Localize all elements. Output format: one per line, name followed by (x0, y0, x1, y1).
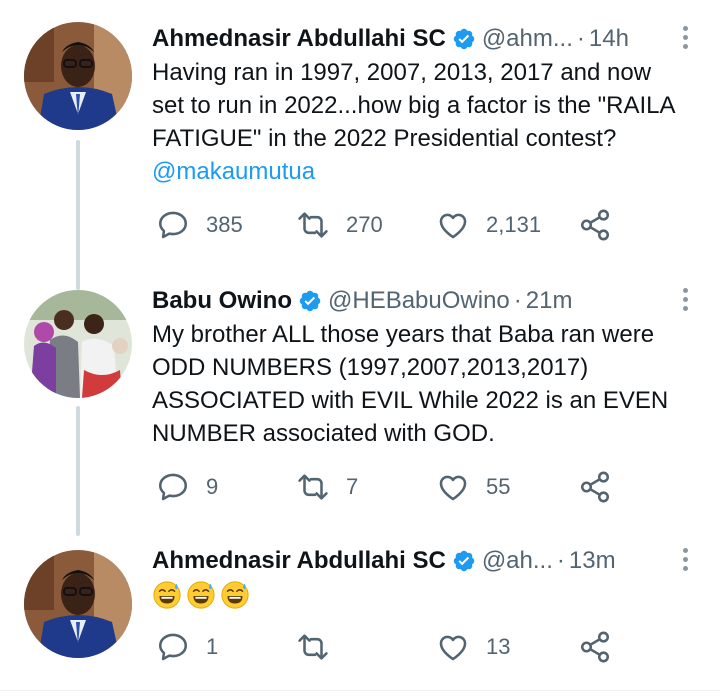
tweet-1[interactable]: Ahmednasir Abdullahi SC @ahm... · 14h Ha… (0, 0, 720, 290)
more-icon[interactable] (680, 546, 690, 574)
separator: · (576, 25, 585, 52)
separator: · (513, 287, 522, 314)
verified-badge-icon (452, 549, 476, 573)
mention-link[interactable]: @makaumutua (152, 158, 315, 185)
retweet-button[interactable] (296, 630, 346, 664)
profile-photo (24, 550, 132, 658)
like-button[interactable]: 13 (436, 630, 510, 664)
more-icon[interactable] (680, 24, 690, 52)
tweet-text: My brother ALL those years that Baba ran… (152, 318, 680, 450)
user-handle[interactable]: @ah... (482, 547, 553, 575)
avatar[interactable] (24, 290, 132, 398)
share-icon (578, 470, 612, 504)
avatar[interactable] (24, 550, 132, 658)
user-handle[interactable]: @HEBabuOwino (328, 287, 510, 315)
like-count: 55 (486, 474, 511, 499)
thread-line (76, 406, 80, 536)
reply-icon (156, 470, 190, 504)
reply-button[interactable]: 1 (156, 630, 218, 664)
verified-badge-icon (298, 289, 322, 313)
retweet-count: 270 (346, 212, 383, 237)
like-count: 2,131 (486, 212, 542, 237)
like-icon (436, 208, 470, 242)
retweet-button[interactable]: 270 (296, 208, 383, 242)
retweet-icon (296, 208, 330, 242)
action-bar: 385 270 2,131 (152, 208, 632, 244)
verified-badge-icon (452, 27, 476, 51)
like-icon (436, 630, 470, 664)
timestamp[interactable]: 13m (569, 547, 616, 575)
reply-button[interactable]: 385 (156, 208, 243, 242)
reply-count: 9 (206, 474, 219, 499)
tweet-header: Ahmednasir Abdullahi SC @ahm... · 14h (152, 22, 680, 56)
reply-icon (156, 630, 190, 664)
more-icon[interactable] (680, 286, 690, 314)
tweet-body: My brother ALL those years that Baba ran… (152, 321, 669, 447)
tweet-2[interactable]: Babu Owino @HEBabuOwino · 21m My brother… (0, 282, 720, 536)
timestamp[interactable]: 14h (589, 25, 629, 53)
like-button[interactable]: 2,131 (436, 208, 541, 242)
user-handle[interactable]: @ahm... (482, 25, 573, 53)
thread-line (76, 140, 80, 290)
display-name[interactable]: Ahmednasir Abdullahi SC (152, 547, 446, 575)
retweet-count: 7 (346, 474, 359, 499)
retweet-icon (296, 470, 330, 504)
reply-button[interactable]: 9 (156, 470, 218, 504)
like-count: 13 (486, 634, 511, 659)
like-button[interactable]: 55 (436, 470, 510, 504)
separator: · (556, 547, 565, 574)
timestamp[interactable]: 21m (526, 287, 573, 315)
tweet-header: Babu Owino @HEBabuOwino · 21m (152, 284, 680, 318)
share-button[interactable] (578, 470, 612, 504)
tweet-text: 😅😅😅 (152, 580, 680, 619)
tweet-text: Having ran in 1997, 2007, 2013, 2017 and… (152, 56, 680, 188)
reply-icon (156, 208, 190, 242)
display-name[interactable]: Ahmednasir Abdullahi SC (152, 25, 446, 53)
share-icon (578, 630, 612, 664)
reply-count: 1 (206, 634, 219, 659)
action-bar: 1 13 (152, 630, 632, 666)
share-button[interactable] (578, 208, 612, 242)
divider (0, 690, 720, 691)
retweet-icon (296, 630, 330, 664)
share-button[interactable] (578, 630, 612, 664)
action-bar: 9 7 55 (152, 470, 632, 506)
tweet-body: Having ran in 1997, 2007, 2013, 2017 and… (152, 59, 675, 152)
display-name[interactable]: Babu Owino (152, 287, 292, 315)
profile-photo (24, 22, 132, 130)
retweet-button[interactable]: 7 (296, 470, 358, 504)
share-icon (578, 208, 612, 242)
tweet-header: Ahmednasir Abdullahi SC @ah... · 13m (152, 544, 680, 578)
reply-count: 385 (206, 212, 243, 237)
like-icon (436, 470, 470, 504)
tweet-3[interactable]: Ahmednasir Abdullahi SC @ah... · 13m 😅😅😅… (0, 540, 720, 690)
avatar[interactable] (24, 22, 132, 130)
profile-photo (24, 290, 132, 398)
